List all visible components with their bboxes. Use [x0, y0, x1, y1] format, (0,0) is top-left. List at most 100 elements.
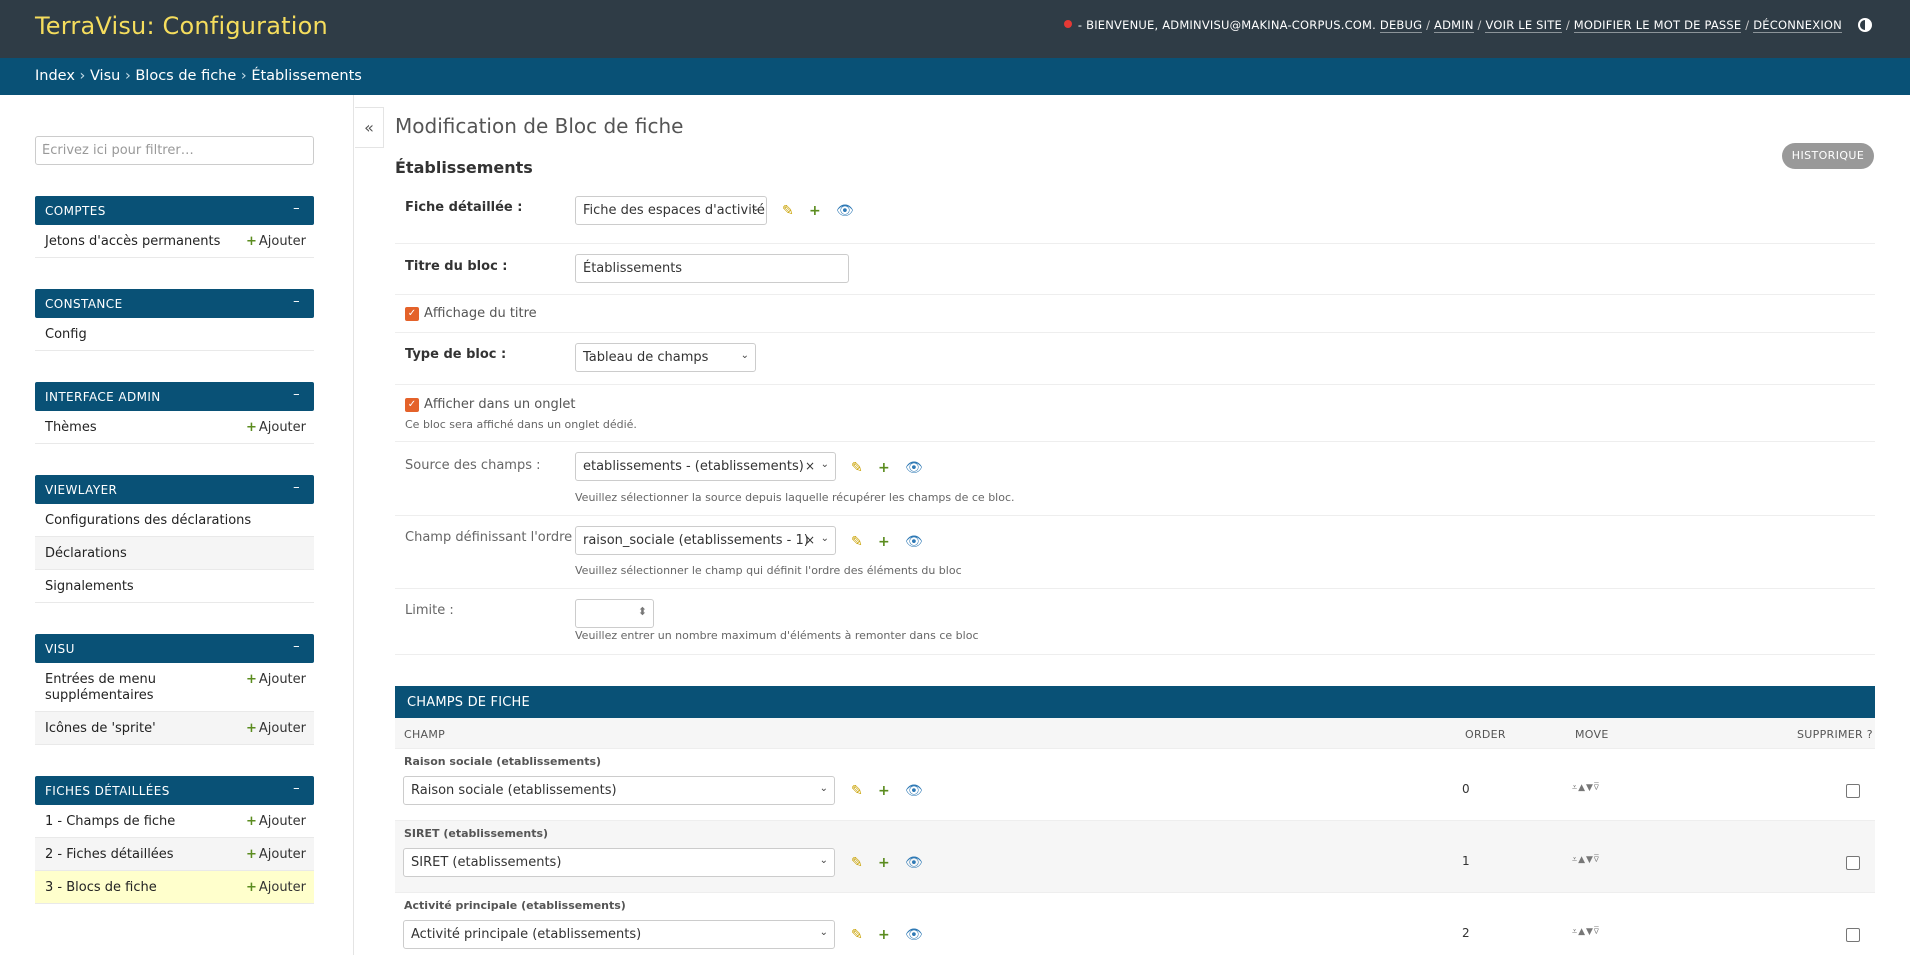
nav-filter-input[interactable] [35, 136, 314, 165]
delete-checkbox[interactable] [1846, 856, 1860, 870]
titre-label: Titre du bloc : [405, 259, 508, 274]
sidebar-item-label[interactable]: Configurations des déclarations [45, 513, 251, 528]
module-caption[interactable]: VIEWLAYER – [35, 475, 314, 504]
plus-icon[interactable]: + [809, 203, 826, 219]
sidebar-item-fiches-detaillees[interactable]: 2 - Fiches détaillées + Ajouter [35, 838, 314, 871]
sidebar-item-label[interactable]: Entrées de menu supplémentaires [45, 672, 185, 704]
eye-icon[interactable]: 👁 [836, 203, 854, 219]
collapse-icon[interactable]: – [293, 480, 300, 495]
module-caption[interactable]: VISU – [35, 634, 314, 663]
module-caption[interactable]: FICHES DÉTAILLÉES – [35, 776, 314, 805]
pencil-icon[interactable]: ✎ [782, 203, 799, 219]
sidebar-item-champs-fiche[interactable]: 1 - Champs de fiche + Ajouter [35, 805, 314, 838]
breadcrumb-blocs[interactable]: Blocs de fiche [135, 68, 236, 84]
sidebar-item-declarations[interactable]: Déclarations [35, 537, 314, 570]
plus-icon[interactable]: + [878, 460, 895, 476]
add-link[interactable]: + Ajouter [246, 234, 306, 249]
add-link[interactable]: + Ajouter [246, 672, 306, 687]
sidebar-item-label[interactable]: Jetons d'accès permanents [45, 234, 220, 249]
module-caption[interactable]: INTERFACE ADMIN – [35, 382, 314, 411]
add-link[interactable]: + Ajouter [246, 880, 306, 895]
eye-icon[interactable]: 👁 [905, 783, 923, 799]
delete-checkbox[interactable] [1846, 928, 1860, 942]
onglet-checkbox[interactable]: ✓ [405, 398, 419, 412]
collapse-icon[interactable]: – [293, 781, 300, 796]
add-link[interactable]: + Ajouter [246, 814, 306, 829]
sidebar-item-config[interactable]: Config [35, 318, 314, 351]
plus-icon[interactable]: + [878, 927, 895, 943]
sidebar-item-jetons[interactable]: Jetons d'accès permanents + Ajouter [35, 225, 314, 258]
move-icons[interactable]: ⩡▲▼⩢ [1572, 783, 1600, 793]
limite-input[interactable]: ⬍ [575, 599, 654, 628]
type-select[interactable]: Tableau de champs ⌄ [575, 343, 756, 372]
history-button[interactable]: HISTORIQUE [1782, 143, 1874, 169]
ordre-select[interactable]: raison_sociale (etablissements - 1) × ⌄ [575, 526, 836, 555]
clear-icon[interactable]: × [805, 459, 815, 473]
champ-select[interactable]: SIRET (etablissements) ⌄ [403, 848, 835, 877]
add-link[interactable]: + Ajouter [246, 721, 306, 736]
sidebar-item-label[interactable]: 1 - Champs de fiche [45, 814, 175, 829]
sidebar-item-label[interactable]: Config [45, 327, 87, 342]
plus-icon[interactable]: + [878, 783, 895, 799]
sidebar-item-themes[interactable]: Thèmes + Ajouter [35, 411, 314, 444]
debug-link[interactable]: DEBUG [1379, 18, 1423, 33]
sidebar-item-label[interactable]: 2 - Fiches détaillées [45, 847, 174, 862]
breadcrumb-index[interactable]: Index [35, 68, 75, 84]
affichage-titre-label[interactable]: Affichage du titre [424, 306, 537, 321]
pencil-icon[interactable]: ✎ [851, 460, 868, 476]
pencil-icon[interactable]: ✎ [851, 534, 868, 550]
sidebar-item-label[interactable]: Signalements [45, 579, 134, 594]
sidebar-item-label[interactable]: Icônes de 'sprite' [45, 721, 156, 736]
view-site-link[interactable]: VOIR LE SITE [1485, 18, 1562, 33]
breadcrumb-visu[interactable]: Visu [90, 68, 120, 84]
pencil-icon[interactable]: ✎ [851, 927, 868, 943]
eye-icon[interactable]: 👁 [905, 927, 923, 943]
theme-toggle-icon[interactable] [1858, 18, 1872, 32]
add-link[interactable]: + Ajouter [246, 847, 306, 862]
champ-select[interactable]: Activité principale (etablissements) ⌄ [403, 920, 835, 949]
collapse-icon[interactable]: – [293, 294, 300, 309]
source-select[interactable]: etablissements - (etablissements) × ⌄ [575, 452, 836, 481]
module-caption[interactable]: COMPTES – [35, 196, 314, 225]
sidebar-item-sprite-icons[interactable]: Icônes de 'sprite' + Ajouter [35, 712, 314, 745]
plus-icon[interactable]: + [878, 855, 895, 871]
collapse-icon[interactable]: – [293, 387, 300, 402]
sidebar-item-signalements[interactable]: Signalements [35, 570, 314, 603]
sidebar-item-blocs-fiche[interactable]: 3 - Blocs de fiche + Ajouter [35, 871, 314, 904]
eye-icon[interactable]: 👁 [905, 534, 923, 550]
module-caption[interactable]: CONSTANCE – [35, 289, 314, 318]
fiche-select[interactable]: Fiche des espaces d'activité ⌄ [575, 196, 767, 225]
champ-select[interactable]: Raison sociale (etablissements) ⌄ [403, 776, 835, 805]
spinner-icon[interactable]: ⬍ [638, 605, 647, 618]
add-link[interactable]: + Ajouter [246, 420, 306, 435]
pencil-icon[interactable]: ✎ [851, 783, 868, 799]
logout-link[interactable]: DÉCONNEXION [1753, 18, 1842, 33]
delete-checkbox[interactable] [1846, 784, 1860, 798]
sidebar-item-configurations[interactable]: Configurations des déclarations [35, 504, 314, 537]
form-row-onglet: ✓ Afficher dans un onglet Ce bloc sera a… [395, 385, 1875, 442]
collapse-icon[interactable]: – [293, 639, 300, 654]
pencil-icon[interactable]: ✎ [851, 855, 868, 871]
eye-icon[interactable]: 👁 [905, 855, 923, 871]
form-row-type: Type de bloc : Tableau de champs ⌄ [395, 333, 1875, 385]
status-dot-icon [1063, 20, 1072, 28]
change-password-link[interactable]: MODIFIER LE MOT DE PASSE [1573, 18, 1742, 33]
sidebar-item-label[interactable]: Déclarations [45, 546, 127, 561]
sidebar-item-menu-entries[interactable]: Entrées de menu supplémentaires + Ajouter [35, 663, 314, 712]
module-comptes: COMPTES – Jetons d'accès permanents + Ajou… [35, 196, 314, 258]
eye-icon[interactable]: 👁 [905, 460, 923, 476]
sidebar-item-label[interactable]: 3 - Blocs de fiche [45, 880, 157, 895]
collapse-icon[interactable]: – [293, 201, 300, 216]
titre-input[interactable]: Établissements [575, 254, 849, 283]
move-icons[interactable]: ⩡▲▼⩢ [1572, 927, 1600, 937]
plus-icon[interactable]: + [878, 534, 895, 550]
move-icons[interactable]: ⩡▲▼⩢ [1572, 855, 1600, 865]
admin-link[interactable]: ADMIN [1434, 18, 1474, 33]
sidebar-item-label[interactable]: Thèmes [45, 420, 97, 435]
onglet-label[interactable]: Afficher dans un onglet [424, 397, 575, 412]
toggle-nav-button[interactable]: « [355, 107, 384, 148]
col-champ: CHAMP [404, 728, 446, 741]
affichage-titre-checkbox[interactable]: ✓ [405, 307, 419, 321]
clear-icon[interactable]: × [805, 533, 815, 547]
site-brand[interactable]: TerraVisu: Configuration [35, 12, 328, 40]
